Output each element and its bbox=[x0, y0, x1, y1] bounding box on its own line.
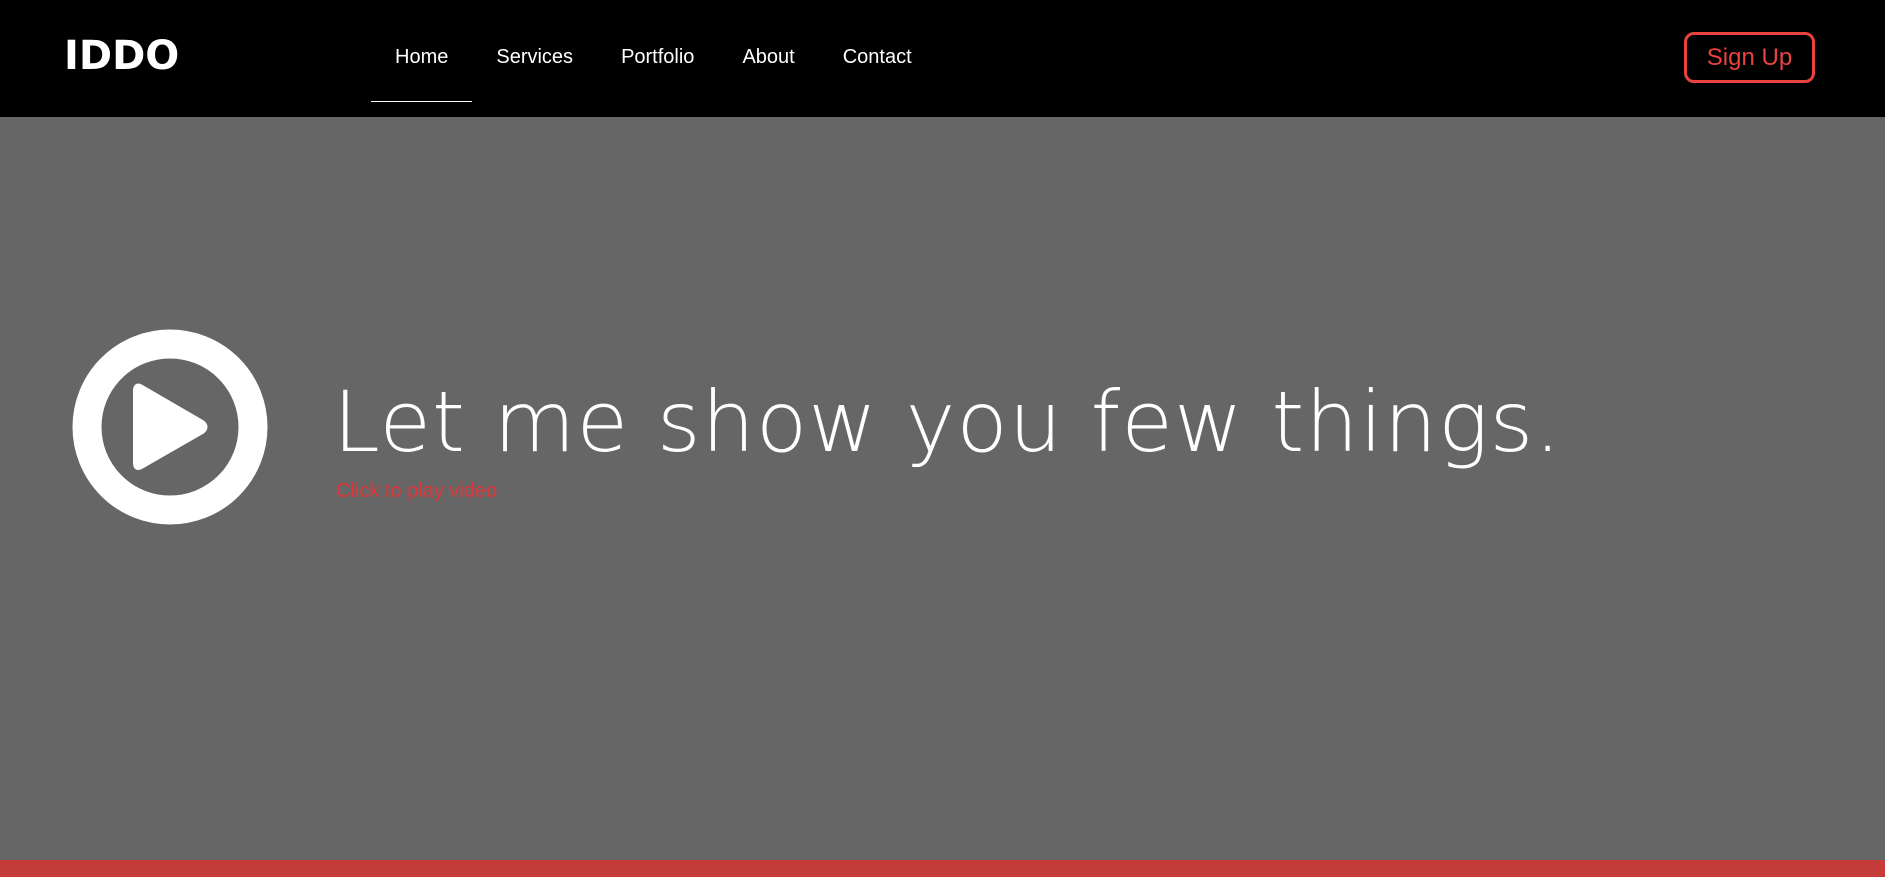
play-video-link[interactable]: Click to play video bbox=[336, 479, 497, 503]
sign-up-button[interactable]: Sign Up bbox=[1684, 32, 1815, 83]
nav-link-contact[interactable]: Contact bbox=[819, 0, 936, 117]
accent-footer-bar bbox=[0, 860, 1885, 877]
play-circle-icon bbox=[72, 329, 268, 525]
main-nav: Home Services Portfolio About Contact bbox=[371, 0, 936, 117]
site-logo[interactable]: IDDO bbox=[64, 32, 179, 80]
nav-link-about[interactable]: About bbox=[718, 0, 818, 117]
play-video-button[interactable] bbox=[72, 329, 268, 525]
nav-link-home[interactable]: Home bbox=[371, 0, 473, 117]
top-navbar: IDDO Home Services Portfolio About Conta… bbox=[0, 0, 1885, 117]
nav-link-portfolio[interactable]: Portfolio bbox=[597, 0, 718, 117]
nav-link-services[interactable]: Services bbox=[472, 0, 597, 117]
hero-headline: Let me show you few things. bbox=[333, 373, 1562, 471]
hero-section: Let me show you few things. Click to pla… bbox=[0, 117, 1885, 860]
